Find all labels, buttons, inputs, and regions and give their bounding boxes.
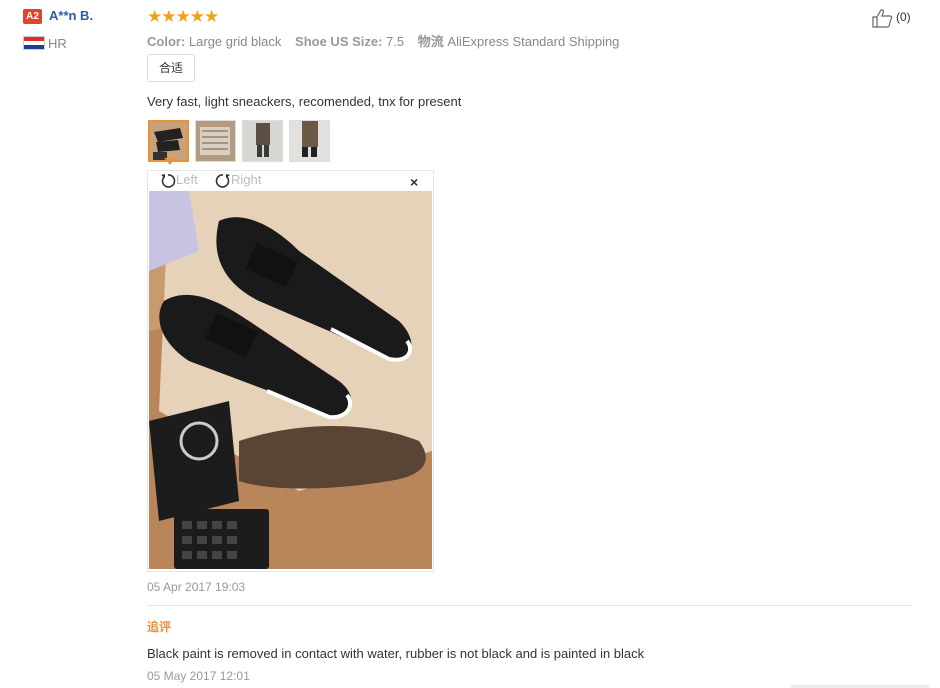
followup-date: 05 May 2017 12:01	[147, 669, 250, 683]
order-info: Color: Large grid black Shoe US Size: 7.…	[147, 31, 629, 50]
rotate-left-button[interactable]: Left	[160, 172, 198, 189]
reviewer-country: HR	[48, 36, 67, 51]
followup-label: 追评	[147, 620, 172, 634]
thumbs-up-icon	[872, 9, 893, 28]
followup-text: Black paint is removed in contact with w…	[147, 646, 645, 661]
reviewer-name: A**n B.	[49, 8, 94, 23]
close-viewer-button[interactable]: ×	[410, 174, 418, 190]
review-thumbnail[interactable]	[195, 120, 236, 162]
review-thumbnail[interactable]	[148, 120, 189, 162]
review-thumbnail[interactable]	[289, 120, 330, 162]
color-label: Color:	[147, 34, 186, 49]
shipping-label: 物流	[417, 34, 444, 49]
rotate-right-label: Right	[231, 172, 262, 187]
flag-icon	[23, 36, 45, 50]
size-label: Shoe US Size:	[295, 34, 383, 49]
size-value: 7.5	[386, 34, 405, 49]
rotate-right-icon	[215, 173, 230, 188]
level-badge: A2	[23, 9, 42, 24]
review-photo	[149, 191, 432, 569]
review-thumbnail[interactable]	[242, 120, 283, 162]
selected-thumbnail-caret	[164, 158, 176, 165]
review-date: 05 Apr 2017 19:03	[147, 580, 246, 594]
rotate-right-button[interactable]: Right	[215, 172, 261, 189]
helpful-button[interactable]: (0)	[872, 8, 911, 28]
review-text: Very fast, light sneackers, recomended, …	[147, 94, 462, 109]
divider	[147, 605, 912, 606]
helpful-count: (0)	[896, 10, 911, 25]
rating-stars: ★★★★★	[147, 7, 219, 26]
shipping-value: AliExpress Standard Shipping	[447, 34, 620, 49]
rotate-left-label: Left	[176, 172, 198, 187]
color-value: Large grid black	[188, 34, 282, 49]
fit-tag: 合适	[147, 54, 195, 82]
rotate-left-icon	[161, 173, 176, 188]
